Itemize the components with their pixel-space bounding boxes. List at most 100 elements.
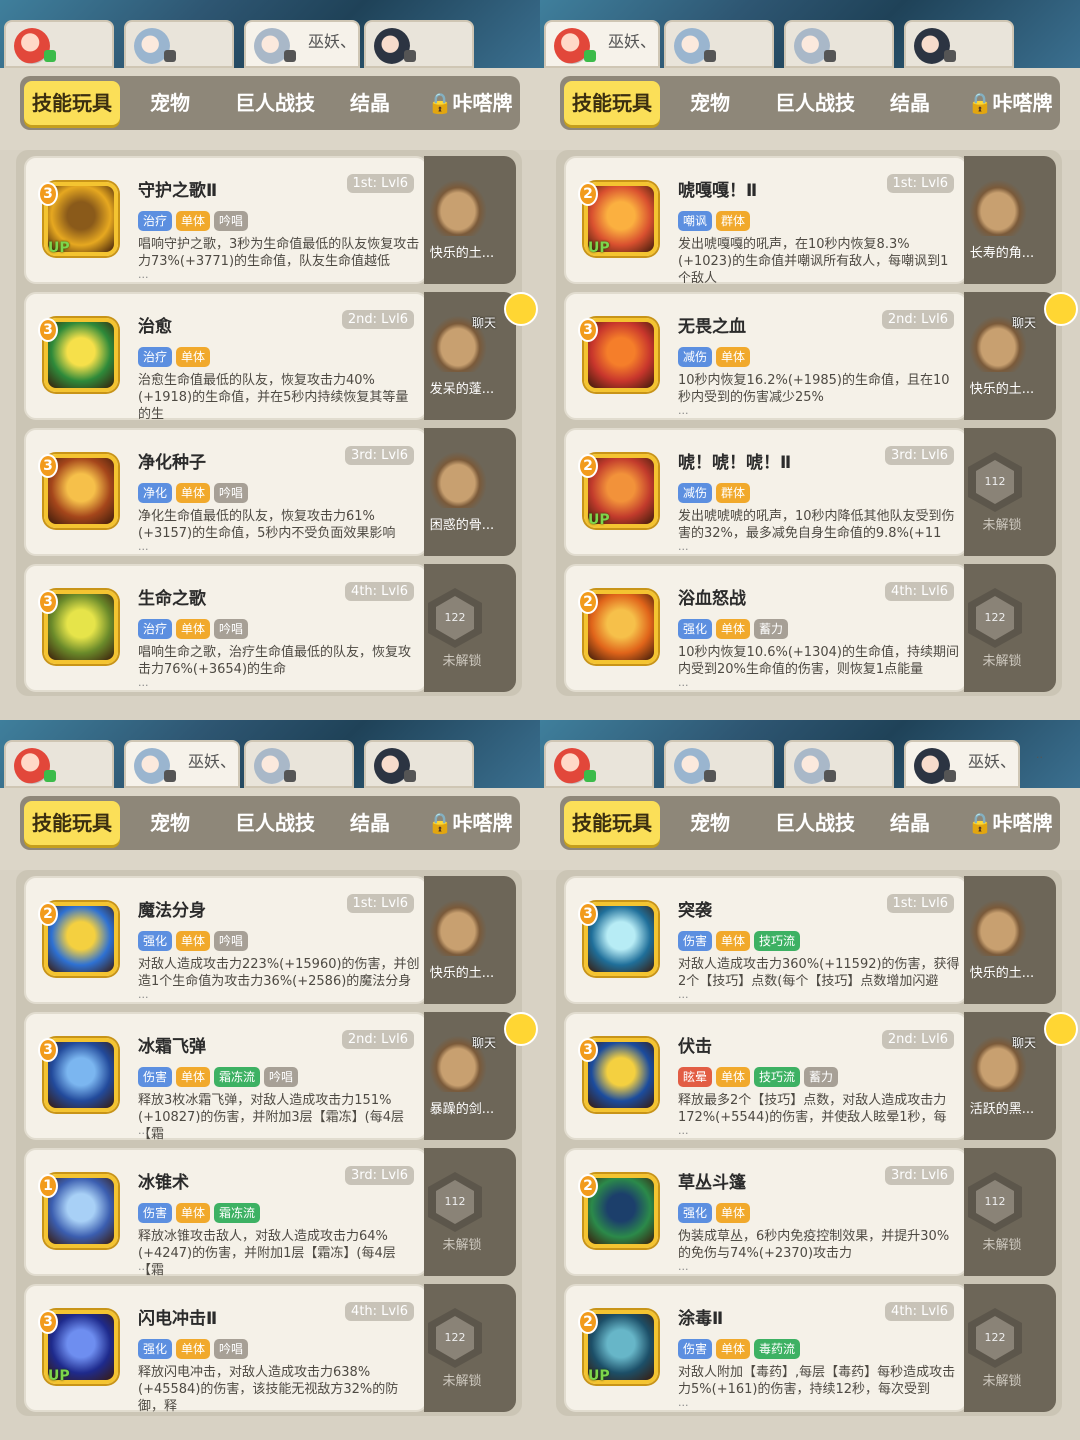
- party-member-tab[interactable]: 巫妖、 ..: [124, 740, 263, 788]
- pet-slot: 活跃的黑...: [540, 1012, 1080, 1140]
- panel-bottom-left: 巫妖、 .. 技能玩具 宠物 巨人战技 结晶 🔒咔嗒牌 3 突袭 1st: Lvl6 伤害…: [540, 720, 1080, 1440]
- locked-label: 未解锁: [982, 1238, 1022, 1253]
- party-member-tab[interactable]: 巫妖、 ..: [904, 740, 1043, 788]
- tab-0[interactable]: 技能玩具: [24, 801, 120, 845]
- category-tabs: 技能玩具 宠物 巨人战技 结晶 🔒咔嗒牌: [560, 76, 1060, 130]
- locked-label: 未解锁: [982, 1374, 1022, 1389]
- player-name: 巫妖、: [608, 32, 657, 51]
- pet-slot: 快乐的土...: [540, 876, 1080, 1004]
- status-badge: [44, 770, 56, 782]
- tab-4[interactable]: 🔒咔嗒牌: [425, 76, 515, 130]
- party-member-tab[interactable]: [784, 20, 894, 68]
- party-member-tab[interactable]: [124, 20, 234, 68]
- pet-name: 快乐的土...: [429, 246, 495, 261]
- tab-2[interactable]: 巨人战技: [765, 76, 865, 130]
- locked-label: 未解锁: [982, 654, 1022, 669]
- pet-icon[interactable]: [964, 894, 1032, 956]
- status-badge: [824, 50, 836, 62]
- tab-0[interactable]: 技能玩具: [564, 81, 660, 125]
- locked-label: 未解锁: [442, 654, 482, 669]
- pet-slot: 长寿的角...: [540, 156, 1080, 284]
- party-member-tab[interactable]: [664, 20, 774, 68]
- chat-button[interactable]: 聊天: [1010, 292, 1080, 332]
- pet-slot: 发呆的蓬...: [0, 292, 540, 420]
- party-member-tab[interactable]: 巫妖、 ..: [244, 20, 383, 68]
- status-badge: [404, 770, 416, 782]
- tab-3[interactable]: 结晶: [880, 76, 940, 130]
- party-tabs: 巫妖、 ..: [540, 740, 1080, 788]
- party-member-tab[interactable]: [664, 740, 774, 788]
- status-badge: [704, 770, 716, 782]
- chat-label: 聊天: [1012, 1036, 1037, 1050]
- chat-button[interactable]: 聊天: [470, 292, 540, 332]
- pet-slot: 快乐的土...: [0, 876, 540, 1004]
- tab-4[interactable]: 🔒咔嗒牌: [425, 796, 515, 850]
- party-member-tab[interactable]: [904, 20, 1014, 68]
- party-member-tab[interactable]: [244, 740, 354, 788]
- pet-slot: 快乐的土...: [540, 292, 1080, 420]
- status-badge: [164, 50, 176, 62]
- category-tabs: 技能玩具 宠物 巨人战技 结晶 🔒咔嗒牌: [20, 76, 520, 130]
- locked-label: 未解锁: [442, 1374, 482, 1389]
- party-member-tab[interactable]: [4, 20, 114, 68]
- tab-2[interactable]: 巨人战技: [225, 76, 325, 130]
- pet-icon[interactable]: [424, 446, 492, 508]
- pet-name: 快乐的土...: [969, 382, 1035, 397]
- chat-label: 聊天: [472, 316, 497, 330]
- locked-slot: 112 未解锁: [540, 1148, 1080, 1276]
- category-tabs: 技能玩具 宠物 巨人战技 结晶 🔒咔嗒牌: [560, 796, 1060, 850]
- tab-3[interactable]: 结晶: [340, 76, 400, 130]
- tab-4[interactable]: 🔒咔嗒牌: [965, 796, 1055, 850]
- locked-slot: 122 未解锁: [540, 564, 1080, 692]
- tab-3[interactable]: 结晶: [340, 796, 400, 850]
- player-name-suffix: ..: [1036, 748, 1043, 761]
- status-badge: [284, 50, 296, 62]
- pet-name: 活跃的黑...: [969, 1102, 1035, 1117]
- tab-1[interactable]: 宠物: [678, 796, 742, 850]
- party-member-tab[interactable]: [364, 740, 474, 788]
- party-member-tab[interactable]: 巫妖、 ..: [544, 20, 683, 68]
- tab-3[interactable]: 结晶: [880, 796, 940, 850]
- locked-slot: 122 未解锁: [0, 564, 540, 692]
- pet-name: 暴躁的剑...: [429, 1102, 495, 1117]
- locked-slot: 112 未解锁: [540, 428, 1080, 556]
- pet-slot: 困惑的骨...: [0, 428, 540, 556]
- locked-slot: 122 未解锁: [0, 1284, 540, 1412]
- panel-bottom-right: 巫妖、 .. 技能玩具宠物巨人战技结晶🔒咔嗒牌 3 UP 守护之歌Ⅱ 1st: …: [0, 0, 540, 720]
- pet-name: 快乐的土...: [969, 966, 1035, 981]
- tab-2[interactable]: 巨人战技: [765, 796, 865, 850]
- tab-1[interactable]: 宠物: [138, 76, 202, 130]
- pet-name: 困惑的骨...: [429, 518, 495, 533]
- party-member-tab[interactable]: [4, 740, 114, 788]
- tab-4[interactable]: 🔒咔嗒牌: [965, 76, 1055, 130]
- party-member-tab[interactable]: [544, 740, 654, 788]
- pet-slot: 暴躁的剑...: [0, 1012, 540, 1140]
- chat-button[interactable]: 聊天: [1010, 1012, 1080, 1052]
- category-tabs: 技能玩具 宠物 巨人战技 结晶 🔒咔嗒牌: [20, 796, 520, 850]
- status-badge: [944, 770, 956, 782]
- tab-1[interactable]: 宠物: [678, 76, 742, 130]
- locked-label: 未解锁: [442, 1238, 482, 1253]
- chat-face-icon: [504, 292, 538, 326]
- tab-1[interactable]: 宠物: [138, 796, 202, 850]
- player-name: 巫妖、: [968, 752, 1017, 771]
- locked-slot: 122 未解锁: [540, 1284, 1080, 1412]
- status-badge: [404, 50, 416, 62]
- party-tabs: 巫妖、 ..: [540, 20, 1080, 68]
- status-badge: [584, 50, 596, 62]
- tab-0[interactable]: 技能玩具: [24, 81, 120, 125]
- status-badge: [284, 770, 296, 782]
- chat-face-icon: [1044, 292, 1078, 326]
- pet-icon[interactable]: [424, 174, 492, 236]
- party-member-tab[interactable]: [784, 740, 894, 788]
- player-name: 巫妖、: [188, 752, 237, 771]
- pet-name: 长寿的角...: [969, 246, 1035, 261]
- tab-0[interactable]: 技能玩具: [564, 801, 660, 845]
- chat-button[interactable]: 聊天: [470, 1012, 540, 1052]
- party-member-tab[interactable]: [364, 20, 474, 68]
- pet-icon[interactable]: [424, 894, 492, 956]
- tab-2[interactable]: 巨人战技: [225, 796, 325, 850]
- locked-slot: 112 未解锁: [0, 1148, 540, 1276]
- status-badge: [704, 50, 716, 62]
- pet-icon[interactable]: [964, 174, 1032, 236]
